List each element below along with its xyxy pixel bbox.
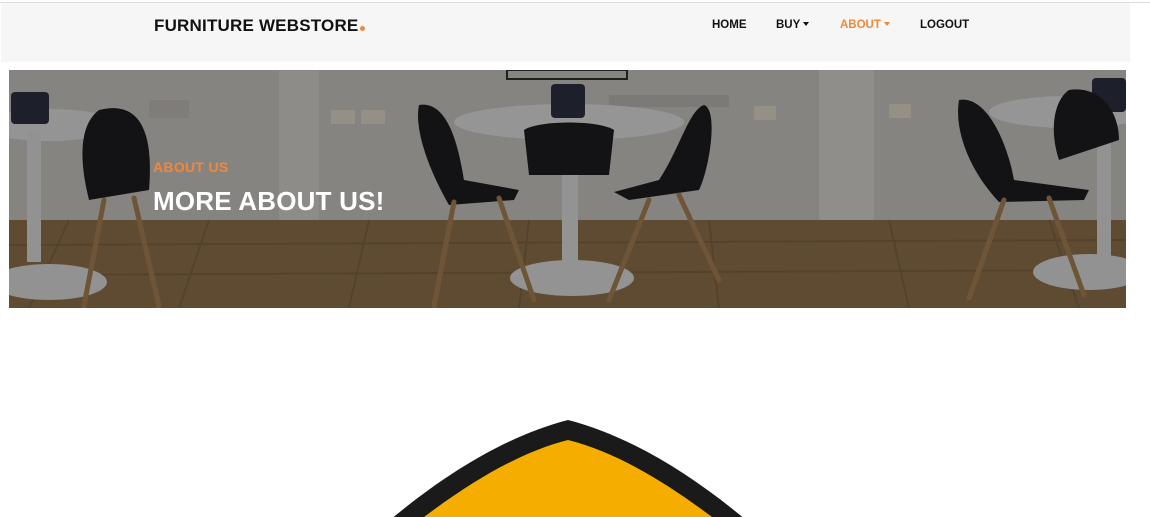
caret-down-icon (803, 22, 810, 26)
page: FURNITURE WEBSTORE HOME BUY ABOUT LOGOUT (0, 0, 1150, 517)
hero-banner: ABOUT US MORE ABOUT US! (9, 70, 1126, 308)
nav-buy-label: BUY (776, 19, 801, 31)
nav-logout[interactable]: LOGOUT (920, 19, 969, 31)
hero-kicker: ABOUT US (153, 159, 229, 175)
nav-buy-dropdown[interactable]: BUY (776, 19, 810, 31)
caret-down-icon (883, 22, 890, 26)
brand-name: FURNITURE WEBSTORE (154, 16, 359, 35)
nav-about-label: ABOUT (840, 19, 881, 31)
hero-title: MORE ABOUT US! (153, 186, 385, 216)
brand-logo[interactable]: FURNITURE WEBSTORE (154, 16, 366, 36)
brand-dot-icon (360, 26, 366, 31)
company-logo (380, 410, 760, 517)
nav-logout-label: LOGOUT (920, 19, 970, 31)
nav-home[interactable]: HOME (712, 19, 747, 31)
navbar: FURNITURE WEBSTORE HOME BUY ABOUT LOGOUT (1, 3, 1130, 62)
nav-home-label: HOME (712, 19, 747, 31)
nav-about-dropdown[interactable]: ABOUT (840, 19, 890, 31)
shield-logo-icon (393, 420, 743, 517)
